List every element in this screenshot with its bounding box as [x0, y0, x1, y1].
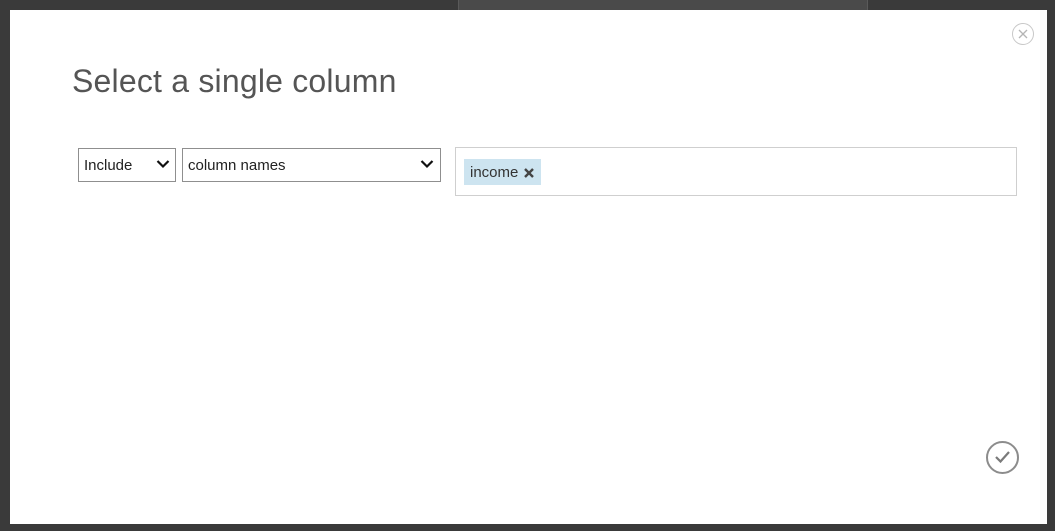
close-icon	[1018, 29, 1028, 39]
chevron-down-icon	[420, 160, 434, 169]
remove-x-icon	[524, 168, 535, 178]
window-frame: Select a single column Include column na…	[0, 0, 1055, 531]
background-canvas-strip	[458, 0, 868, 10]
chevron-down-icon	[156, 160, 170, 169]
include-mode-value: Include	[84, 157, 133, 174]
dialog-title: Select a single column	[72, 63, 397, 99]
remove-tag-button[interactable]	[523, 166, 535, 178]
column-selector-dialog: Select a single column Include column na…	[10, 10, 1047, 524]
column-tag-label: income	[470, 163, 519, 181]
column-selector-type-dropdown[interactable]: column names	[182, 148, 441, 182]
checkmark-icon	[995, 451, 1010, 464]
column-selector-type-value: column names	[188, 157, 286, 174]
close-button[interactable]	[1012, 23, 1034, 45]
column-names-input[interactable]: income	[455, 147, 1017, 196]
column-tag: income	[464, 159, 542, 185]
confirm-button[interactable]	[986, 441, 1019, 474]
include-mode-dropdown[interactable]: Include	[78, 148, 176, 182]
